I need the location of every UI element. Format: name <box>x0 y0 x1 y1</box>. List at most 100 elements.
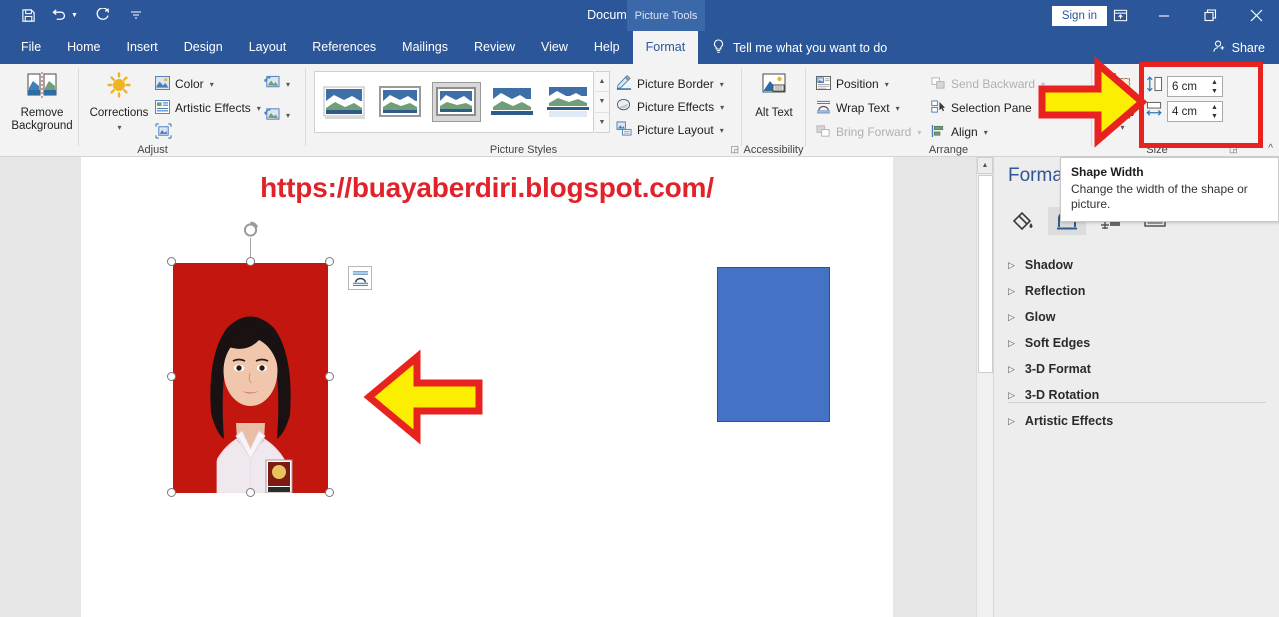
rotation-handle[interactable] <box>242 221 259 238</box>
tooltip-body: Change the width of the shape or picture… <box>1071 182 1248 211</box>
tab-design[interactable]: Design <box>171 31 236 64</box>
chevron-right-icon: ▷ <box>1008 311 1015 322</box>
tab-insert[interactable]: Insert <box>114 31 171 64</box>
section-glow[interactable]: ▷ Glow <box>1008 304 1270 330</box>
resize-handle-top-right[interactable] <box>325 257 334 266</box>
ribbon-tabs: File Home Insert Design Layout Reference… <box>8 31 699 64</box>
gallery-scroll-up-icon[interactable]: ▲ <box>595 72 609 93</box>
picture-layout-button[interactable]: Picture Layout ▾ <box>616 119 724 141</box>
tab-view[interactable]: View <box>528 31 581 64</box>
scrollbar-thumb[interactable] <box>978 175 993 373</box>
share-button[interactable]: Share <box>1212 31 1265 64</box>
compress-pictures-button[interactable] <box>155 121 172 143</box>
shape-width-input[interactable] <box>1168 102 1208 121</box>
section-3d-rotation[interactable]: ▷ 3-D Rotation <box>1008 382 1270 408</box>
position-button[interactable]: Position ▾ <box>816 73 889 95</box>
ribbon-display-options-icon[interactable] <box>1099 0 1141 31</box>
shape-width-arrows[interactable]: ▲ ▼ <box>1209 103 1220 122</box>
width-down-icon[interactable]: ▼ <box>1211 113 1218 120</box>
color-button[interactable]: Color ▾ <box>155 73 214 95</box>
corrections-button[interactable]: Corrections ▾ <box>86 72 152 134</box>
picture-style-thumb[interactable] <box>489 83 536 121</box>
tab-format[interactable]: Format <box>632 31 699 64</box>
section-reflection[interactable]: ▷ Reflection <box>1008 278 1270 304</box>
color-label: Color <box>175 77 204 91</box>
tab-help[interactable]: Help <box>581 31 633 64</box>
section-artistic-effects-label: Artistic Effects <box>1024 414 1114 428</box>
scroll-up-icon[interactable]: ▲ <box>977 157 993 174</box>
alt-text-button[interactable]: Alt Text <box>754 72 794 120</box>
tab-references[interactable]: References <box>299 31 389 64</box>
color-picture-icon <box>155 75 170 93</box>
document-area: https://buayaberdiri.blogspot.com/ <box>0 157 993 617</box>
picture-styles-gallery[interactable] <box>314 71 594 133</box>
format-picture-task-pane: Forma ▷ Shadow ▷ Reflection ▷ Glow ▷ Sof… <box>993 157 1279 617</box>
picture-style-thumb[interactable] <box>321 83 368 121</box>
section-artistic-effects[interactable]: ▷ Artistic Effects <box>1008 408 1270 434</box>
selected-picture-wrapper[interactable] <box>167 221 372 497</box>
window-controls <box>1099 0 1279 31</box>
resize-handle-top-left[interactable] <box>167 257 176 266</box>
picture-effects-button[interactable]: Picture Effects ▾ <box>616 96 724 118</box>
align-icon <box>931 124 946 141</box>
reset-picture-button[interactable]: ▾ <box>263 104 290 126</box>
tab-home[interactable]: Home <box>54 31 113 64</box>
picture-styles-scroll[interactable]: ▲ ▼ ▼ <box>595 71 610 133</box>
shape-height-spinner[interactable]: ▲ ▼ <box>1167 76 1223 97</box>
align-button[interactable]: Align ▾ <box>931 121 988 143</box>
shape-width-spinner[interactable]: ▲ ▼ <box>1167 101 1223 122</box>
compress-pictures-icon <box>155 122 172 142</box>
tab-file[interactable]: File <box>8 31 54 64</box>
tell-me-search[interactable]: Tell me what you want to do <box>712 31 887 64</box>
resize-handle-bottom-center[interactable] <box>246 488 255 497</box>
collapse-ribbon-icon[interactable]: ^ <box>1268 143 1273 154</box>
bring-forward-icon <box>816 124 831 141</box>
ribbon-tab-strip: File Home Insert Design Layout Reference… <box>0 31 1279 64</box>
width-up-icon[interactable]: ▲ <box>1211 104 1218 111</box>
resize-handle-top-center[interactable] <box>246 257 255 266</box>
artistic-effects-button[interactable]: Artistic Effects ▾ <box>155 97 261 119</box>
minimize-icon[interactable] <box>1141 0 1187 31</box>
resize-handle-middle-right[interactable] <box>325 372 334 381</box>
tab-review[interactable]: Review <box>461 31 528 64</box>
gallery-scroll-down-icon[interactable]: ▼ <box>595 92 609 113</box>
section-3d-format[interactable]: ▷ 3-D Format <box>1008 356 1270 382</box>
shape-height-input[interactable] <box>1168 77 1208 96</box>
gallery-more-icon[interactable]: ▼ <box>595 113 609 132</box>
section-shadow[interactable]: ▷ Shadow <box>1008 252 1270 278</box>
picture-border-button[interactable]: Picture Border ▾ <box>616 73 724 95</box>
fill-and-line-icon[interactable] <box>1004 207 1042 235</box>
crop-button[interactable]: Crop ▾ <box>1100 72 1144 134</box>
tab-mailings[interactable]: Mailings <box>389 31 461 64</box>
portrait-photo[interactable] <box>173 263 328 493</box>
blue-rectangle-shape[interactable] <box>717 267 830 422</box>
wrap-text-button[interactable]: Wrap Text ▾ <box>816 97 900 119</box>
ribbon-group-adjust: Remove Background Corrections ▾ Color ▾ … <box>0 64 305 157</box>
selection-pane-button[interactable]: Selection Pane <box>931 97 1032 119</box>
height-down-icon[interactable]: ▼ <box>1211 88 1218 95</box>
align-label: Align <box>951 125 978 139</box>
tab-layout[interactable]: Layout <box>236 31 300 64</box>
picture-style-thumb-selected[interactable] <box>432 82 481 122</box>
resize-handle-bottom-left[interactable] <box>167 488 176 497</box>
remove-background-button[interactable]: Remove Background <box>11 72 73 133</box>
change-picture-button[interactable]: ▾ <box>263 73 290 95</box>
vertical-scrollbar[interactable]: ▲ <box>976 157 993 617</box>
picture-styles-dialog-launcher[interactable]: ◲ <box>730 144 739 155</box>
section-soft-edges[interactable]: ▷ Soft Edges <box>1008 330 1270 356</box>
send-backward-label: Send Backward <box>951 77 1036 91</box>
resize-handle-bottom-right[interactable] <box>325 488 334 497</box>
alt-text-label: Alt Text <box>755 107 793 119</box>
layout-options-button[interactable] <box>348 266 372 290</box>
picture-style-thumb[interactable] <box>545 83 592 121</box>
document-page[interactable]: https://buayaberdiri.blogspot.com/ <box>81 157 893 617</box>
resize-handle-middle-left[interactable] <box>167 372 176 381</box>
size-dialog-launcher[interactable]: ◲ <box>1229 144 1238 155</box>
task-pane-title: Forma <box>1008 165 1063 186</box>
restore-icon[interactable] <box>1187 0 1233 31</box>
crop-label: Crop <box>1109 107 1135 119</box>
height-up-icon[interactable]: ▲ <box>1211 79 1218 86</box>
picture-style-thumb[interactable] <box>377 83 424 121</box>
close-icon[interactable] <box>1233 0 1279 31</box>
shape-height-arrows[interactable]: ▲ ▼ <box>1209 78 1220 97</box>
